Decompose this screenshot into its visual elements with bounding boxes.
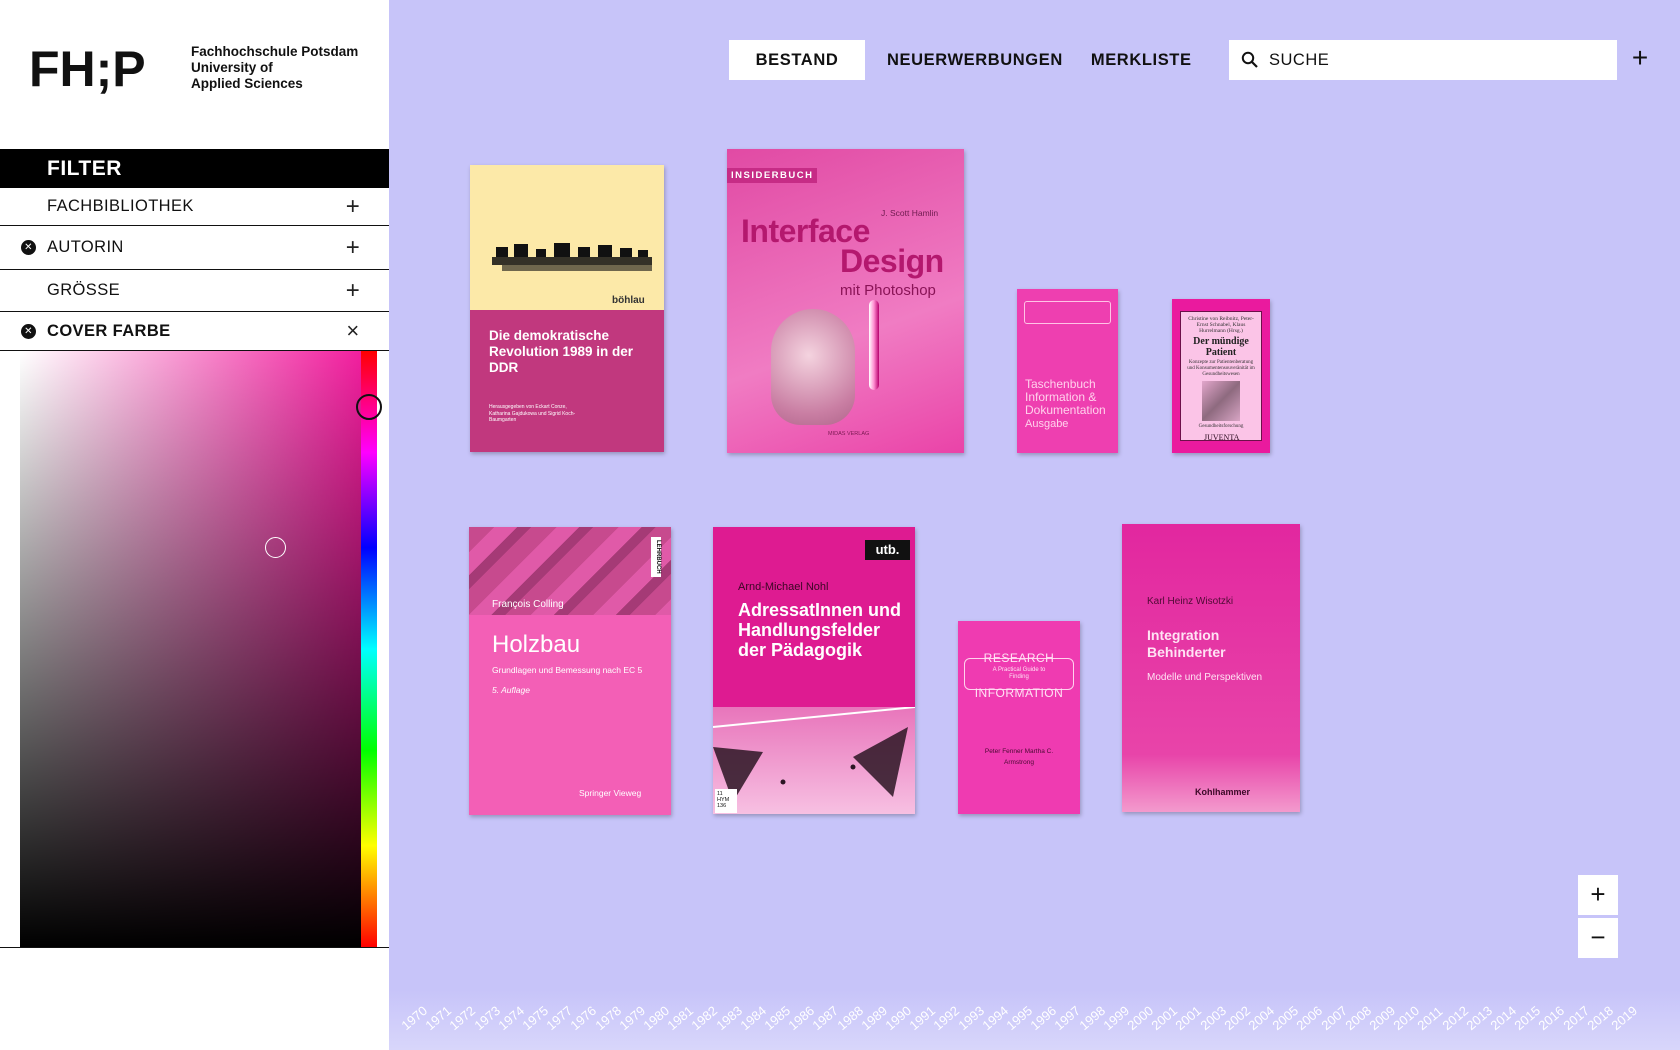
book-cover[interactable]: RESEARCH A Practical Guide to Finding IN…	[958, 621, 1080, 814]
book-subtitle: Konzepte zur Patientenberatung und Konsu…	[1187, 360, 1255, 377]
book-author: J. Scott Hamlin	[881, 208, 939, 218]
filter-row-autorin[interactable]: ✕ AUTORIN +	[0, 226, 389, 270]
filter-label: FACHBIBLIOTHEK	[47, 197, 194, 215]
zoom-in-button[interactable]: +	[1578, 875, 1618, 915]
book-subtitle: Modelle und Perspektiven	[1147, 672, 1263, 683]
cover-image	[1202, 381, 1240, 421]
filter-header: FILTER	[0, 149, 389, 188]
filter-row-groesse[interactable]: GRÖSSE +	[0, 270, 389, 312]
logo-line: University of	[191, 60, 273, 75]
nav-bestand[interactable]: BESTAND	[729, 40, 865, 80]
logo-text: Fachhochschule Potsdam University of App…	[191, 44, 358, 92]
book-cover[interactable]: utb. Arnd-Michael Nohl AdressatInnen und…	[713, 527, 915, 814]
hue-slider-handle[interactable]	[356, 394, 382, 420]
hue-slider[interactable]	[361, 351, 377, 947]
svg-text:böhlau: böhlau	[612, 295, 645, 306]
logo-line: Fachhochschule Potsdam	[191, 44, 359, 59]
book-title: Taschenbuch Information & Dokumentation	[1025, 377, 1106, 417]
book-badge: LEHRBUCH	[651, 537, 661, 577]
filter-row-cover-farbe[interactable]: ✕ COVER FARBE ×	[0, 312, 389, 351]
svg-text:FH;P: FH;P	[29, 44, 146, 97]
filter-label: AUTORIN	[47, 238, 124, 256]
book-edition: Ausgabe	[1025, 418, 1069, 430]
book-editors: Christine von Reibnitz, Peter-Ernst Schn…	[1188, 316, 1254, 334]
add-icon[interactable]: +	[1627, 44, 1653, 74]
book-author: Karl Heinz Wisotzki	[1147, 596, 1234, 607]
book-title: Integration Behinderter	[1147, 627, 1226, 660]
main-nav: BESTAND NEUERWERBUNGEN MERKLISTE	[729, 40, 1218, 80]
search-box[interactable]	[1229, 40, 1617, 80]
nav-neuerwerbungen[interactable]: NEUERWERBUNGEN	[865, 40, 1077, 80]
color-saturation-value-area[interactable]	[20, 351, 362, 947]
zoom-out-button[interactable]: −	[1578, 918, 1618, 958]
book-subtitle: A Practical Guide to Finding	[992, 667, 1046, 680]
filter-label: COVER FARBE	[47, 321, 171, 340]
nav-merkliste[interactable]: MERKLISTE	[1077, 40, 1218, 80]
book-title: AdressatInnen und Handlungsfelder der Pä…	[738, 600, 902, 660]
book-subtitle: mit Photoshop	[840, 282, 936, 299]
filter-row-fachbibliothek[interactable]: FACHBIBLIOTHEK +	[0, 188, 389, 226]
network-illustration	[713, 707, 915, 802]
color-picker-handle[interactable]	[265, 537, 286, 558]
book-publisher: JUVENTA	[1204, 433, 1240, 442]
expand-plus-icon[interactable]: +	[341, 235, 365, 260]
book-subtitle: Grundlagen und Bemessung nach EC 5	[492, 665, 643, 675]
book-publisher: MIDAS VERLAG	[828, 431, 870, 437]
clear-filter-icon[interactable]: ✕	[21, 323, 36, 339]
search-input[interactable]	[1269, 50, 1599, 70]
book-author: Arnd-Michael Nohl	[738, 581, 829, 593]
clear-filter-icon[interactable]: ✕	[21, 240, 36, 255]
book-series: Gesundheitsforschung	[1198, 424, 1244, 429]
book-title: Design	[840, 243, 944, 279]
book-cover[interactable]: LEHRBUCH François Colling Holzbau Grundl…	[469, 527, 671, 815]
book-cover[interactable]: Taschenbuch Information & Dokumentation …	[1017, 289, 1118, 453]
cover-top-band: böhlau	[470, 165, 664, 310]
book-authors: Peter Fenner Martha C. Armstrong	[984, 748, 1054, 766]
book-publisher: Kohlhammer	[1195, 787, 1251, 797]
book-title: RESEARCH	[983, 651, 1055, 665]
collapse-close-icon[interactable]: ×	[341, 319, 365, 343]
sidebar: FH;P Fachhochschule Potsdam University o…	[0, 0, 389, 1050]
divider	[0, 947, 389, 948]
expand-plus-icon[interactable]: +	[341, 278, 365, 303]
book-publisher: utb.	[865, 540, 910, 560]
book-publisher: Springer Vieweg	[579, 788, 642, 798]
book-title: Holzbau	[492, 631, 581, 658]
filter-label: GRÖSSE	[47, 281, 121, 299]
book-title: Die demokratische Revolution 1989 in der…	[489, 328, 634, 375]
book-author: François Colling	[492, 599, 564, 610]
book-edition: 5. Auflage	[492, 685, 530, 695]
fhp-logo[interactable]: FH;P Fachhochschule Potsdam University o…	[29, 44, 358, 104]
pen-illustration	[869, 300, 879, 390]
shelf-label: 11 HYM 136	[715, 789, 737, 813]
book-cover[interactable]: Karl Heinz Wisotzki Integration Behinder…	[1122, 524, 1300, 812]
search-icon	[1241, 51, 1259, 69]
book-cover[interactable]: INSIDERBUCH J. Scott Hamlin Interface De…	[727, 149, 964, 453]
logo-line: Applied Sciences	[191, 76, 303, 91]
book-editors: Herausgegeben von Eckart Conze, Katharin…	[489, 404, 576, 423]
expand-plus-icon[interactable]: +	[341, 194, 365, 219]
cover-inner-panel: Christine von Reibnitz, Peter-Ernst Schn…	[1180, 311, 1262, 441]
book-title: INFORMATION	[974, 686, 1064, 700]
book-cover[interactable]: Christine von Reibnitz, Peter-Ernst Schn…	[1172, 299, 1270, 453]
book-title: Der mündige Patient	[1193, 336, 1249, 358]
book-series: INSIDERBUCH	[727, 168, 818, 183]
cover-header-box	[1024, 301, 1111, 324]
fhp-logo-mark: FH;P	[29, 44, 146, 97]
protest-illustration: böhlau	[492, 243, 652, 306]
book-cover[interactable]: böhlau Die demokratische Revolution 1989…	[470, 165, 664, 452]
head-illustration	[771, 309, 855, 425]
